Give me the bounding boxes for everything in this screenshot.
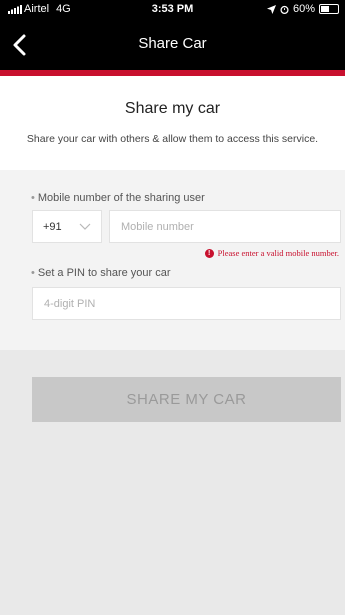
status-right: 60%: [266, 3, 339, 15]
share-my-car-button[interactable]: SHARE MY CAR: [32, 377, 341, 422]
mobile-error-text: Please enter a valid mobile number.: [217, 248, 339, 258]
error-icon: !: [204, 248, 214, 258]
chevron-down-icon: [79, 223, 91, 230]
battery-percent: 60%: [292, 3, 315, 15]
mobile-label: • Mobile number of the sharing user: [31, 192, 205, 204]
alarm-icon: [280, 5, 289, 14]
action-area: SHARE MY CAR: [0, 350, 345, 615]
page-header-title: Share Car: [138, 35, 207, 52]
bullet-icon: •: [31, 192, 35, 204]
nav-bar: Share Car: [0, 20, 345, 70]
header-accent-bar: [0, 70, 345, 76]
share-form: •Mobile number of the sharing user +91 !…: [0, 170, 345, 350]
pin-label: • Set a PIN to share your car: [31, 267, 171, 279]
mobile-error-message: ! Please enter a valid mobile number.: [204, 248, 339, 258]
country-code-value: +91: [43, 221, 62, 233]
status-bar: Airtel 4G 3:53 PM 60%: [0, 0, 345, 20]
country-code-select[interactable]: +91: [32, 210, 102, 243]
bullet-icon: •: [31, 267, 35, 279]
mobile-label-text: Mobile number of the sharing user: [37, 192, 205, 204]
mobile-number-input[interactable]: [109, 210, 341, 243]
page-title: Share my car: [124, 100, 221, 117]
battery-level: [321, 6, 329, 12]
page-subtitle: Share your car with others & allow them …: [26, 133, 319, 145]
battery-icon: [319, 4, 339, 14]
pin-label-text: Set a PIN to share your car: [37, 267, 171, 279]
pin-input[interactable]: [32, 287, 341, 320]
location-arrow-icon: [266, 4, 276, 14]
